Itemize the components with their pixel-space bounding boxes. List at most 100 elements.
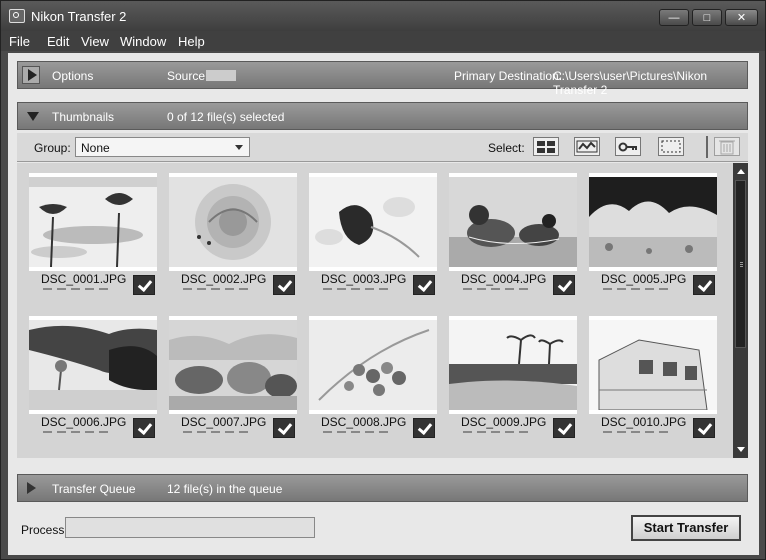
transfer-checkbox[interactable] [133, 275, 155, 295]
expand-arrow-icon [28, 69, 37, 81]
close-icon: ✕ [736, 12, 747, 24]
rating-placeholder[interactable] [183, 431, 253, 433]
grip-icon [740, 262, 743, 263]
rating-placeholder[interactable] [603, 431, 673, 433]
selection-status: 0 of 12 file(s) selected [167, 110, 285, 124]
transfer-checkbox[interactable] [693, 275, 715, 295]
file-name: DSC_0002.JPG [181, 272, 267, 286]
expand-arrow-icon[interactable] [27, 482, 36, 494]
file-name: DSC_0004.JPG [461, 272, 547, 286]
rating-placeholder[interactable] [323, 431, 393, 433]
menu-help[interactable]: Help [178, 34, 205, 49]
thumbnail-image-berries[interactable] [309, 316, 437, 414]
rating-placeholder[interactable] [463, 288, 533, 290]
transfer-checkbox[interactable] [693, 418, 715, 438]
thumbnail-tile[interactable]: DSC_0003.JPG [299, 165, 439, 298]
marquee-icon [661, 140, 681, 153]
thumbnail-image-duck[interactable] [449, 173, 577, 271]
minimize-button[interactable]: — [659, 9, 689, 26]
scroll-down-icon[interactable] [737, 447, 745, 452]
menu-edit[interactable]: Edit [47, 34, 69, 49]
scroll-up-icon[interactable] [737, 169, 745, 174]
menu-file[interactable]: File [9, 34, 30, 49]
thumbnail-image-building[interactable] [589, 316, 717, 414]
select-protected-button[interactable] [615, 137, 641, 156]
destination-label: Primary Destination: [454, 69, 563, 83]
rating-placeholder[interactable] [43, 288, 113, 290]
thumbnail-tile[interactable]: DSC_0004.JPG [439, 165, 579, 298]
thumbnail-tile[interactable]: DSC_0002.JPG [159, 165, 299, 298]
transfer-checkbox[interactable] [133, 418, 155, 438]
menu-bar: File Edit View Window Help [1, 31, 765, 51]
transfer-checkbox[interactable] [553, 418, 575, 438]
thumbnail-tile[interactable]: DSC_0009.JPG [439, 308, 579, 441]
thumbnail-tile[interactable]: DSC_0001.JPG [19, 165, 159, 298]
thumbnail-tile[interactable]: DSC_0008.JPG [299, 308, 439, 441]
thumbnail-tile[interactable]: DSC_0006.JPG [19, 308, 159, 441]
file-name: DSC_0010.JPG [601, 415, 687, 429]
rating-placeholder[interactable] [323, 288, 393, 290]
toolbar-divider [706, 136, 708, 158]
maximize-icon: □ [703, 12, 711, 24]
scrollbar-thumb[interactable] [735, 180, 746, 348]
thumbnail-image-rocks[interactable] [169, 316, 297, 414]
wave-icon [576, 140, 598, 153]
options-panel-header[interactable]: Options Source: Primary Destination: C:\… [17, 61, 748, 97]
group-value: None [81, 141, 110, 155]
start-transfer-button[interactable]: Start Transfer [631, 515, 741, 541]
thumbnails-label: Thumbnails [52, 110, 115, 124]
transfer-checkbox[interactable] [273, 418, 295, 438]
rating-placeholder[interactable] [43, 431, 113, 433]
source-label: Source: [167, 69, 209, 83]
minimize-icon: — [668, 12, 680, 24]
thumbnails-panel-header[interactable]: Thumbnails 0 of 12 file(s) selected [17, 102, 748, 130]
source-value-blurred [206, 70, 236, 81]
thumbnail-image-landscape[interactable] [29, 316, 157, 414]
thumbnail-tile[interactable]: DSC_0007.JPG [159, 308, 299, 441]
maximize-button[interactable]: □ [692, 9, 722, 26]
deselect-all-button[interactable] [658, 137, 684, 156]
rating-placeholder[interactable] [463, 431, 533, 433]
options-expand-button[interactable] [22, 66, 40, 84]
close-button[interactable]: ✕ [725, 9, 758, 26]
file-name: DSC_0006.JPG [41, 415, 127, 429]
thumbnail-tile[interactable]: DSC_0010.JPG [579, 308, 719, 441]
key-icon [618, 142, 637, 152]
thumbnail-image-garden[interactable] [589, 173, 717, 271]
client-area: Options Source: Primary Destination: C:\… [8, 53, 759, 555]
options-label: Options [52, 69, 94, 83]
thumbnail-image-rose[interactable] [169, 173, 297, 271]
transfer-checkbox[interactable] [413, 275, 435, 295]
nikon-transfer-window: Nikon Transfer 2 — □ ✕ File Edit View Wi… [0, 0, 766, 560]
thumbnail-image-flower[interactable] [309, 173, 437, 271]
thumbnail-image-beach[interactable] [449, 316, 577, 414]
chevron-down-icon [235, 145, 243, 150]
collapse-arrow-icon[interactable] [27, 112, 39, 121]
menu-view[interactable]: View [81, 34, 109, 49]
queue-status: 12 file(s) in the queue [167, 482, 283, 496]
select-all-button[interactable] [533, 137, 559, 156]
menu-window[interactable]: Window [120, 34, 166, 49]
transfer-checkbox[interactable] [413, 418, 435, 438]
transfer-checkbox[interactable] [553, 275, 575, 295]
file-name: DSC_0005.JPG [601, 272, 687, 286]
title-bar[interactable]: Nikon Transfer 2 — □ ✕ [1, 1, 765, 31]
vertical-scrollbar[interactable] [733, 163, 748, 458]
thumbnail-toolbar: Group: None Select: [17, 133, 748, 162]
delete-button[interactable] [714, 137, 740, 156]
file-name: DSC_0003.JPG [321, 272, 407, 286]
transfer-queue-label: Transfer Queue [52, 482, 136, 496]
thumbnail-tile[interactable]: DSC_0005.JPG [579, 165, 719, 298]
grid-icon [537, 141, 555, 153]
group-dropdown[interactable]: None [75, 137, 250, 157]
rating-placeholder[interactable] [603, 288, 673, 290]
process-label: Process: [21, 523, 68, 537]
rating-placeholder[interactable] [183, 288, 253, 290]
trash-icon [719, 140, 735, 155]
transfer-checkbox[interactable] [273, 275, 295, 295]
select-new-button[interactable] [574, 137, 600, 156]
file-name: DSC_0008.JPG [321, 415, 407, 429]
thumbnail-image-lotus[interactable] [29, 173, 157, 271]
select-label: Select: [488, 141, 525, 155]
transfer-queue-header[interactable]: Transfer Queue 12 file(s) in the queue [17, 474, 748, 502]
